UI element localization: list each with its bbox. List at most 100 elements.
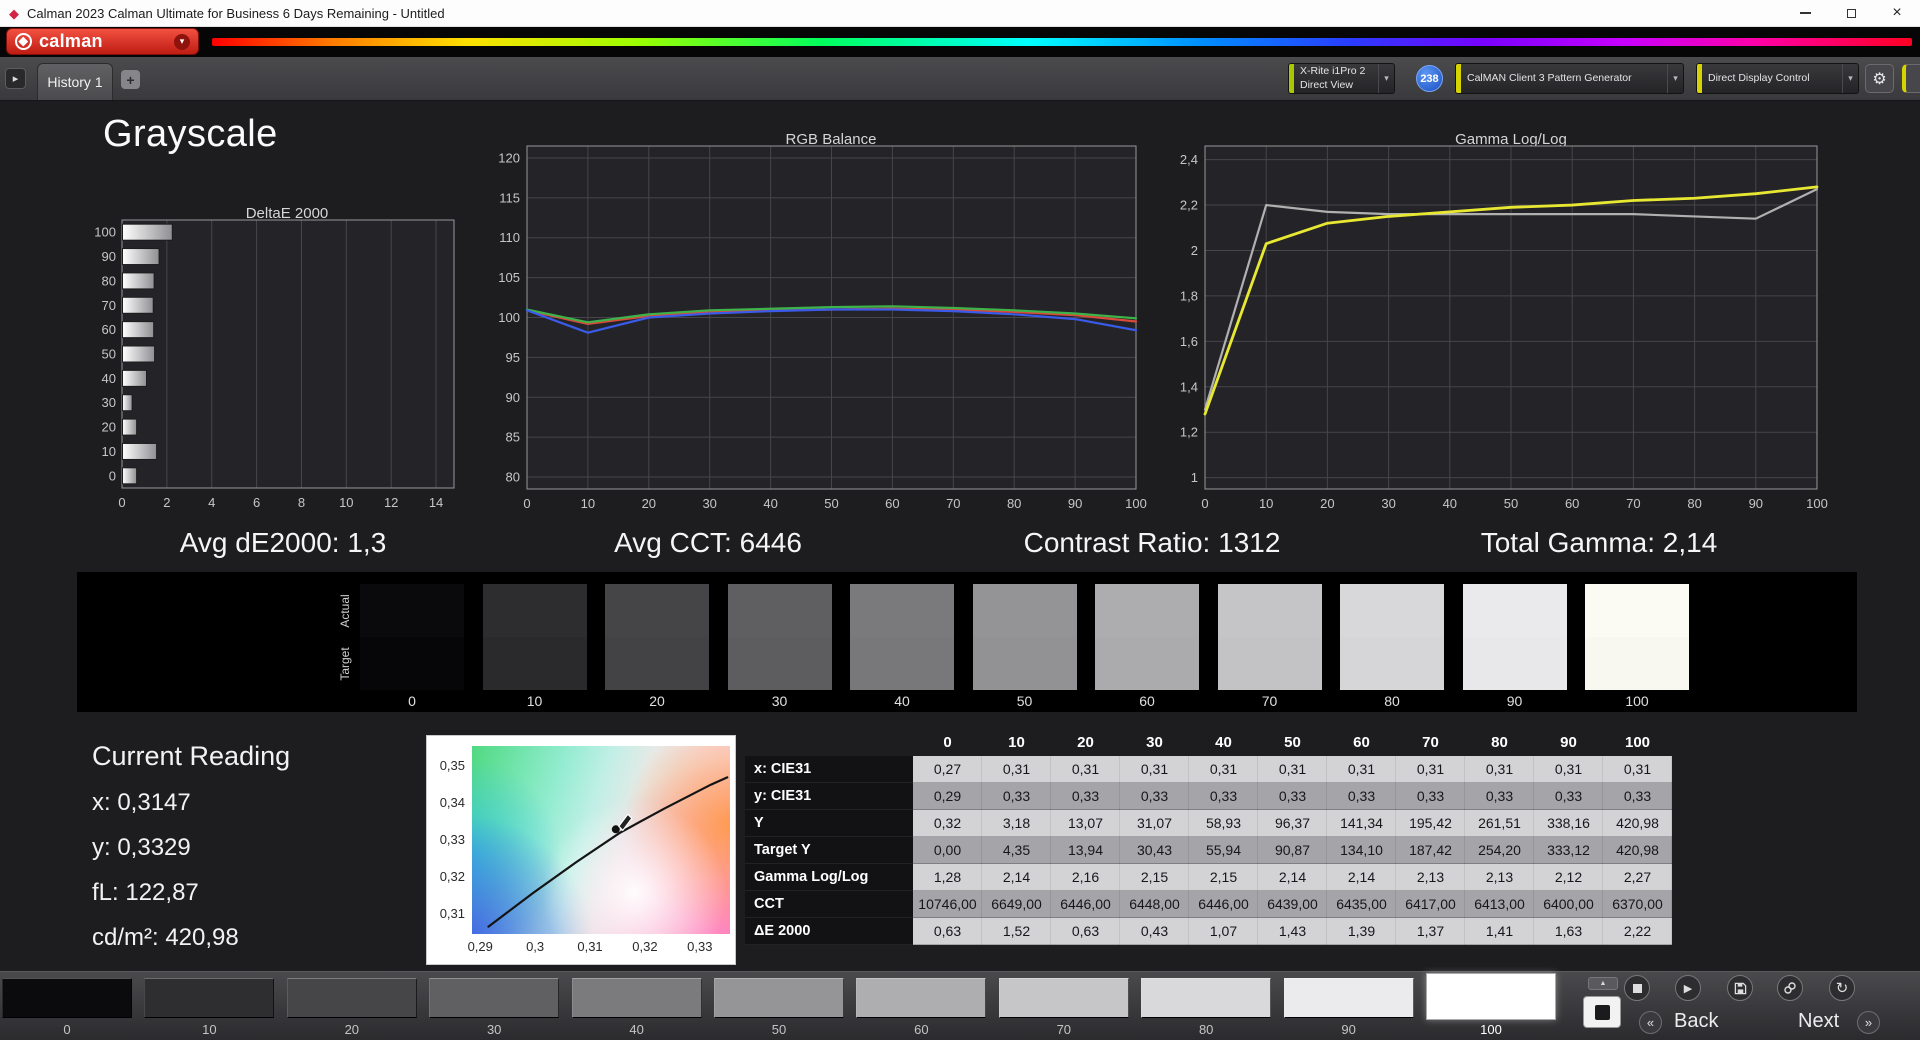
svg-text:40: 40 bbox=[1443, 496, 1457, 511]
display-control-dropdown[interactable]: Direct Display Control ▾ bbox=[1696, 63, 1859, 94]
pattern-patch-0[interactable]: 0 bbox=[2, 972, 132, 1040]
table-cell: 0,33 bbox=[1465, 783, 1534, 810]
pattern-patch-30[interactable]: 30 bbox=[429, 972, 560, 1040]
table-cell: 1,37 bbox=[1396, 918, 1465, 945]
play-button[interactable]: ▶ bbox=[1675, 975, 1701, 1001]
svg-text:60: 60 bbox=[102, 322, 116, 337]
grayscale-swatch-20: 20 bbox=[605, 584, 709, 714]
svg-text:70: 70 bbox=[102, 298, 116, 313]
table-cell: 2,16 bbox=[1051, 864, 1120, 891]
refresh-button[interactable]: ↻ bbox=[1829, 975, 1855, 1001]
chevron-down-icon[interactable]: ▾ bbox=[1842, 64, 1858, 93]
patch-swatch[interactable] bbox=[286, 978, 417, 1018]
pattern-generator-dropdown[interactable]: CalMAN Client 3 Pattern Generator ▾ bbox=[1455, 63, 1684, 94]
settings-button[interactable]: ⚙ bbox=[1865, 64, 1894, 93]
link-button[interactable] bbox=[1777, 975, 1803, 1001]
pattern-patch-50[interactable]: 50 bbox=[714, 972, 844, 1040]
cie-chromaticity-plot bbox=[472, 746, 730, 934]
swatch-actual bbox=[1585, 584, 1689, 637]
meter-dropdown[interactable]: X-Rite i1Pro 2 Direct View ▾ bbox=[1288, 63, 1395, 94]
table-cell: 420,98 bbox=[1603, 837, 1672, 864]
swatch-actual bbox=[850, 584, 954, 637]
save-button[interactable] bbox=[1727, 975, 1753, 1001]
table-cell: 0,29 bbox=[913, 783, 982, 810]
svg-text:10: 10 bbox=[581, 496, 595, 511]
table-cell: 6435,00 bbox=[1327, 891, 1396, 918]
table-cell: 0,33 bbox=[1120, 783, 1189, 810]
minimize-button[interactable] bbox=[1782, 0, 1828, 26]
pattern-patch-80[interactable]: 80 bbox=[1141, 972, 1272, 1040]
chevron-down-icon[interactable]: ▾ bbox=[1378, 64, 1394, 93]
display-control-label: Direct Display Control bbox=[1708, 71, 1810, 84]
svg-text:20: 20 bbox=[102, 420, 116, 435]
grayscale-swatch-strip: Actual Target 0 10 20 30 40 50 60 70 80 90 100 bbox=[77, 572, 1857, 712]
pattern-patch-10[interactable]: 10 bbox=[144, 972, 275, 1040]
cie-y-tick: 0,35 bbox=[439, 758, 465, 774]
patch-swatch[interactable] bbox=[714, 978, 844, 1018]
back-button[interactable]: Back bbox=[1674, 1010, 1718, 1033]
next-button[interactable]: Next bbox=[1798, 1010, 1839, 1033]
pattern-patch-70[interactable]: 70 bbox=[998, 972, 1129, 1040]
pattern-patch-100[interactable]: 100 bbox=[1426, 972, 1556, 1040]
patch-swatch[interactable] bbox=[1426, 973, 1556, 1020]
stop-button[interactable] bbox=[1624, 975, 1650, 1001]
pattern-patch-60[interactable]: 60 bbox=[856, 972, 987, 1040]
patch-swatch[interactable] bbox=[1141, 978, 1272, 1018]
swatch-label: 10 bbox=[526, 693, 543, 709]
back-chevrons-icon[interactable]: « bbox=[1639, 1011, 1662, 1034]
patch-swatch[interactable] bbox=[2, 978, 132, 1018]
svg-text:40: 40 bbox=[102, 371, 116, 386]
calman-menu-caret-icon[interactable]: ▾ bbox=[174, 33, 190, 50]
table-cell: 0,31 bbox=[1258, 756, 1327, 783]
table-cell: 1,39 bbox=[1327, 918, 1396, 945]
tab-history-1[interactable]: History 1 bbox=[37, 63, 113, 100]
svg-text:1,4: 1,4 bbox=[1180, 379, 1198, 394]
pattern-patch-40[interactable]: 40 bbox=[571, 972, 702, 1040]
add-tab-button[interactable]: + bbox=[121, 70, 140, 89]
maximize-button[interactable] bbox=[1828, 0, 1874, 26]
minimize-icon bbox=[1799, 12, 1811, 14]
next-chevrons-icon[interactable]: » bbox=[1857, 1011, 1880, 1034]
patch-swatch[interactable] bbox=[429, 978, 560, 1018]
table-cell: 6439,00 bbox=[1258, 891, 1327, 918]
table-cell: 2,13 bbox=[1465, 864, 1534, 891]
calman-menu-button[interactable]: calman ▾ bbox=[6, 28, 199, 55]
table-column-header: 30 bbox=[1146, 734, 1163, 751]
patch-swatch[interactable] bbox=[144, 978, 275, 1018]
table-cell: 3,18 bbox=[982, 810, 1051, 837]
close-button[interactable]: × bbox=[1874, 0, 1920, 26]
table-cell: 6413,00 bbox=[1465, 891, 1534, 918]
collapse-bar-button[interactable]: ▲ bbox=[1588, 977, 1618, 990]
refresh-icon: ↻ bbox=[1835, 980, 1849, 997]
edge-panel-button[interactable] bbox=[1902, 64, 1920, 93]
swatch-label: 30 bbox=[771, 693, 788, 709]
pattern-patch-90[interactable]: 90 bbox=[1283, 972, 1414, 1040]
pattern-patch-20[interactable]: 20 bbox=[286, 972, 417, 1040]
save-icon bbox=[1734, 982, 1746, 994]
table-cell: 13,07 bbox=[1051, 810, 1120, 837]
svg-text:1: 1 bbox=[1191, 470, 1198, 485]
svg-text:90: 90 bbox=[102, 249, 116, 264]
patch-swatch[interactable] bbox=[1283, 978, 1414, 1018]
table-cell: 338,16 bbox=[1534, 810, 1603, 837]
table-row-label: Gamma Log/Log bbox=[745, 864, 913, 891]
current-reading-line-0: x: 0,3147 bbox=[92, 789, 191, 816]
patch-swatch[interactable] bbox=[571, 978, 702, 1018]
table-cell: 6446,00 bbox=[1189, 891, 1258, 918]
meter-count-badge[interactable]: 238 bbox=[1416, 65, 1443, 92]
svg-text:80: 80 bbox=[506, 470, 520, 485]
table-row-label: CCT bbox=[745, 891, 913, 918]
stat-avg-cct: Avg CCT: 6446 bbox=[614, 527, 802, 558]
patch-swatch[interactable] bbox=[856, 978, 987, 1018]
grayscale-swatch-90: 90 bbox=[1462, 584, 1567, 714]
table-row-label: y: CIE31 bbox=[745, 783, 913, 810]
patch-swatch[interactable] bbox=[998, 978, 1129, 1018]
chevron-down-icon[interactable]: ▾ bbox=[1667, 64, 1683, 93]
layout-toggle-button[interactable] bbox=[1583, 996, 1621, 1028]
table-cell: 13,94 bbox=[1051, 837, 1120, 864]
grayscale-swatch-100: 100 bbox=[1585, 584, 1689, 714]
svg-text:10: 10 bbox=[339, 495, 353, 510]
svg-text:0: 0 bbox=[118, 495, 125, 510]
table-cell: 0,33 bbox=[1534, 783, 1603, 810]
sidebar-toggle-button[interactable]: ▸ bbox=[5, 68, 26, 89]
